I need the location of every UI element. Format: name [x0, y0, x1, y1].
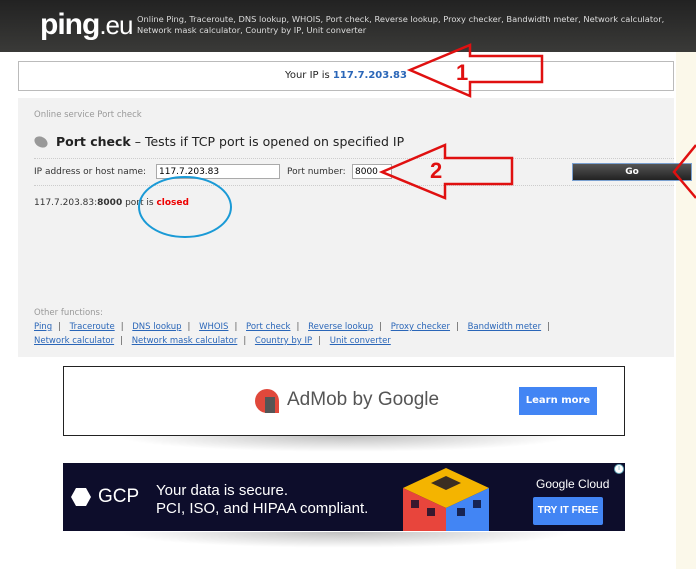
try-it-free-button[interactable]: TRY IT FREE	[533, 497, 603, 525]
status-closed: closed	[156, 198, 189, 208]
port-check-form: IP address or host name: Port number: Go	[34, 158, 692, 186]
port-field-label: Port number:	[287, 167, 346, 177]
link-ping[interactable]: Ping	[34, 322, 52, 332]
port-check-icon	[32, 134, 50, 150]
link-unit-converter[interactable]: Unit converter	[330, 336, 391, 346]
ad-info-icon[interactable]: i	[614, 464, 624, 474]
other-functions-links: Ping | Traceroute | DNS lookup | WHOIS | Por…	[34, 322, 550, 346]
go-button[interactable]: Go	[572, 163, 692, 181]
cube-graphic-icon	[403, 468, 489, 531]
other-functions-label: Other functions:	[34, 308, 103, 318]
port-check-panel: Online service Port check Port check – T…	[18, 98, 692, 357]
port-check-result: 117.7.203.83:8000 port is closed	[34, 198, 189, 208]
link-traceroute[interactable]: Traceroute	[70, 322, 115, 332]
site-header: ping.eu Online Ping, Traceroute, DNS loo…	[0, 0, 696, 52]
gcp-logo-icon	[71, 488, 91, 506]
gcp-ad-text: Your data is secure. PCI, ISO, and HIPAA …	[156, 482, 369, 517]
google-cloud-brand: Google Cloud	[536, 477, 610, 491]
admob-logo-icon	[255, 389, 279, 413]
ad-shadow	[115, 532, 575, 548]
ip-input[interactable]	[156, 164, 280, 179]
ip-value: 117.7.203.83	[332, 70, 407, 81]
learn-more-button[interactable]: Learn more	[519, 387, 597, 415]
header-tagline: Online Ping, Traceroute, DNS lookup, WHO…	[137, 14, 665, 35]
link-whois[interactable]: WHOIS	[199, 322, 228, 332]
ad-shadow	[115, 436, 575, 452]
admob-ad[interactable]: AdMob by Google Learn more	[63, 366, 625, 436]
breadcrumb: Online service Port check	[34, 110, 142, 120]
site-logo[interactable]: ping.eu	[40, 8, 133, 42]
port-input[interactable]	[352, 164, 392, 179]
page-title: Port check – Tests if TCP port is opened…	[32, 134, 404, 150]
page-scrollbar-area	[676, 52, 696, 569]
link-network-mask-calculator[interactable]: Network mask calculator	[132, 336, 238, 346]
ip-field-label: IP address or host name:	[34, 167, 147, 177]
ip-label: Your IP is	[285, 70, 333, 81]
link-reverse-lookup[interactable]: Reverse lookup	[308, 322, 373, 332]
link-network-calculator[interactable]: Network calculator	[34, 336, 114, 346]
admob-brand: AdMob by Google	[287, 389, 440, 410]
link-port-check[interactable]: Port check	[246, 322, 290, 332]
link-bandwidth-meter[interactable]: Bandwidth meter	[468, 322, 542, 332]
link-country-by-ip[interactable]: Country by IP	[255, 336, 312, 346]
gcp-ad[interactable]: GCP Your data is secure. PCI, ISO, and HI…	[63, 463, 625, 531]
link-dns-lookup[interactable]: DNS lookup	[132, 322, 181, 332]
link-proxy-checker[interactable]: Proxy checker	[391, 322, 450, 332]
your-ip-banner: Your IP is 117.7.203.83	[18, 61, 674, 91]
gcp-brand: GCP	[98, 486, 140, 507]
